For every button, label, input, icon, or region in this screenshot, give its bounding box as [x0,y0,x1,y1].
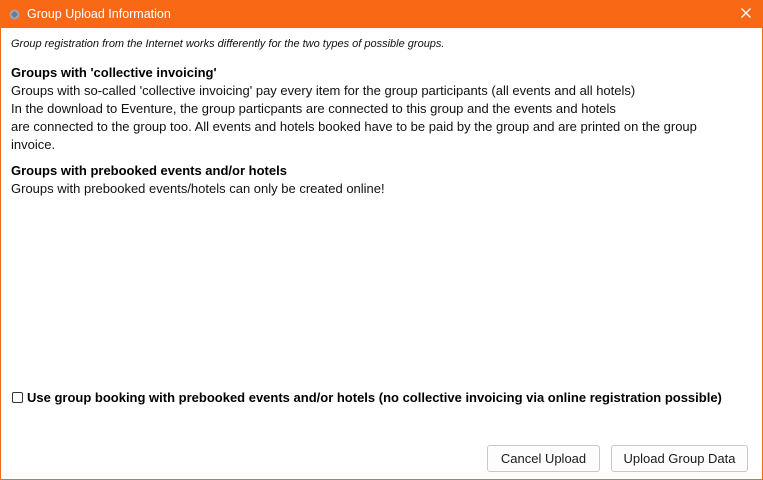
close-icon [740,6,752,24]
prebooked-checkbox-label[interactable]: Use group booking with prebooked events … [27,390,722,405]
text-line: Groups with so-called 'collective invoic… [11,83,636,98]
dialog-window: Group Upload Information Group registrat… [0,0,763,480]
text-line: are connected to the group too. All even… [11,119,697,134]
section-heading-collective-invoicing: Groups with 'collective invoicing' [11,65,217,80]
upload-group-data-button[interactable]: Upload Group Data [611,445,748,472]
prebooked-checkbox[interactable] [12,392,23,403]
text-line: In the download to Eventure, the group p… [11,101,616,116]
section-heading-prebooked: Groups with prebooked events and/or hote… [11,163,287,178]
text-line: invoice. [11,137,56,152]
app-icon [8,8,21,21]
prebooked-checkbox-row[interactable]: Use group booking with prebooked events … [12,390,722,405]
window-title: Group Upload Information [27,7,171,21]
section-text-prebooked: Groups with prebooked events/hotels can … [11,180,751,198]
intro-text: Group registration from the Internet wor… [11,38,445,50]
cancel-upload-button[interactable]: Cancel Upload [487,445,600,472]
text-line: Groups with prebooked events/hotels can … [11,181,385,196]
title-bar[interactable]: Group Upload Information [1,1,762,28]
section-text-collective-invoicing: Groups with so-called 'collective invoic… [11,82,751,154]
close-button[interactable] [730,1,762,28]
